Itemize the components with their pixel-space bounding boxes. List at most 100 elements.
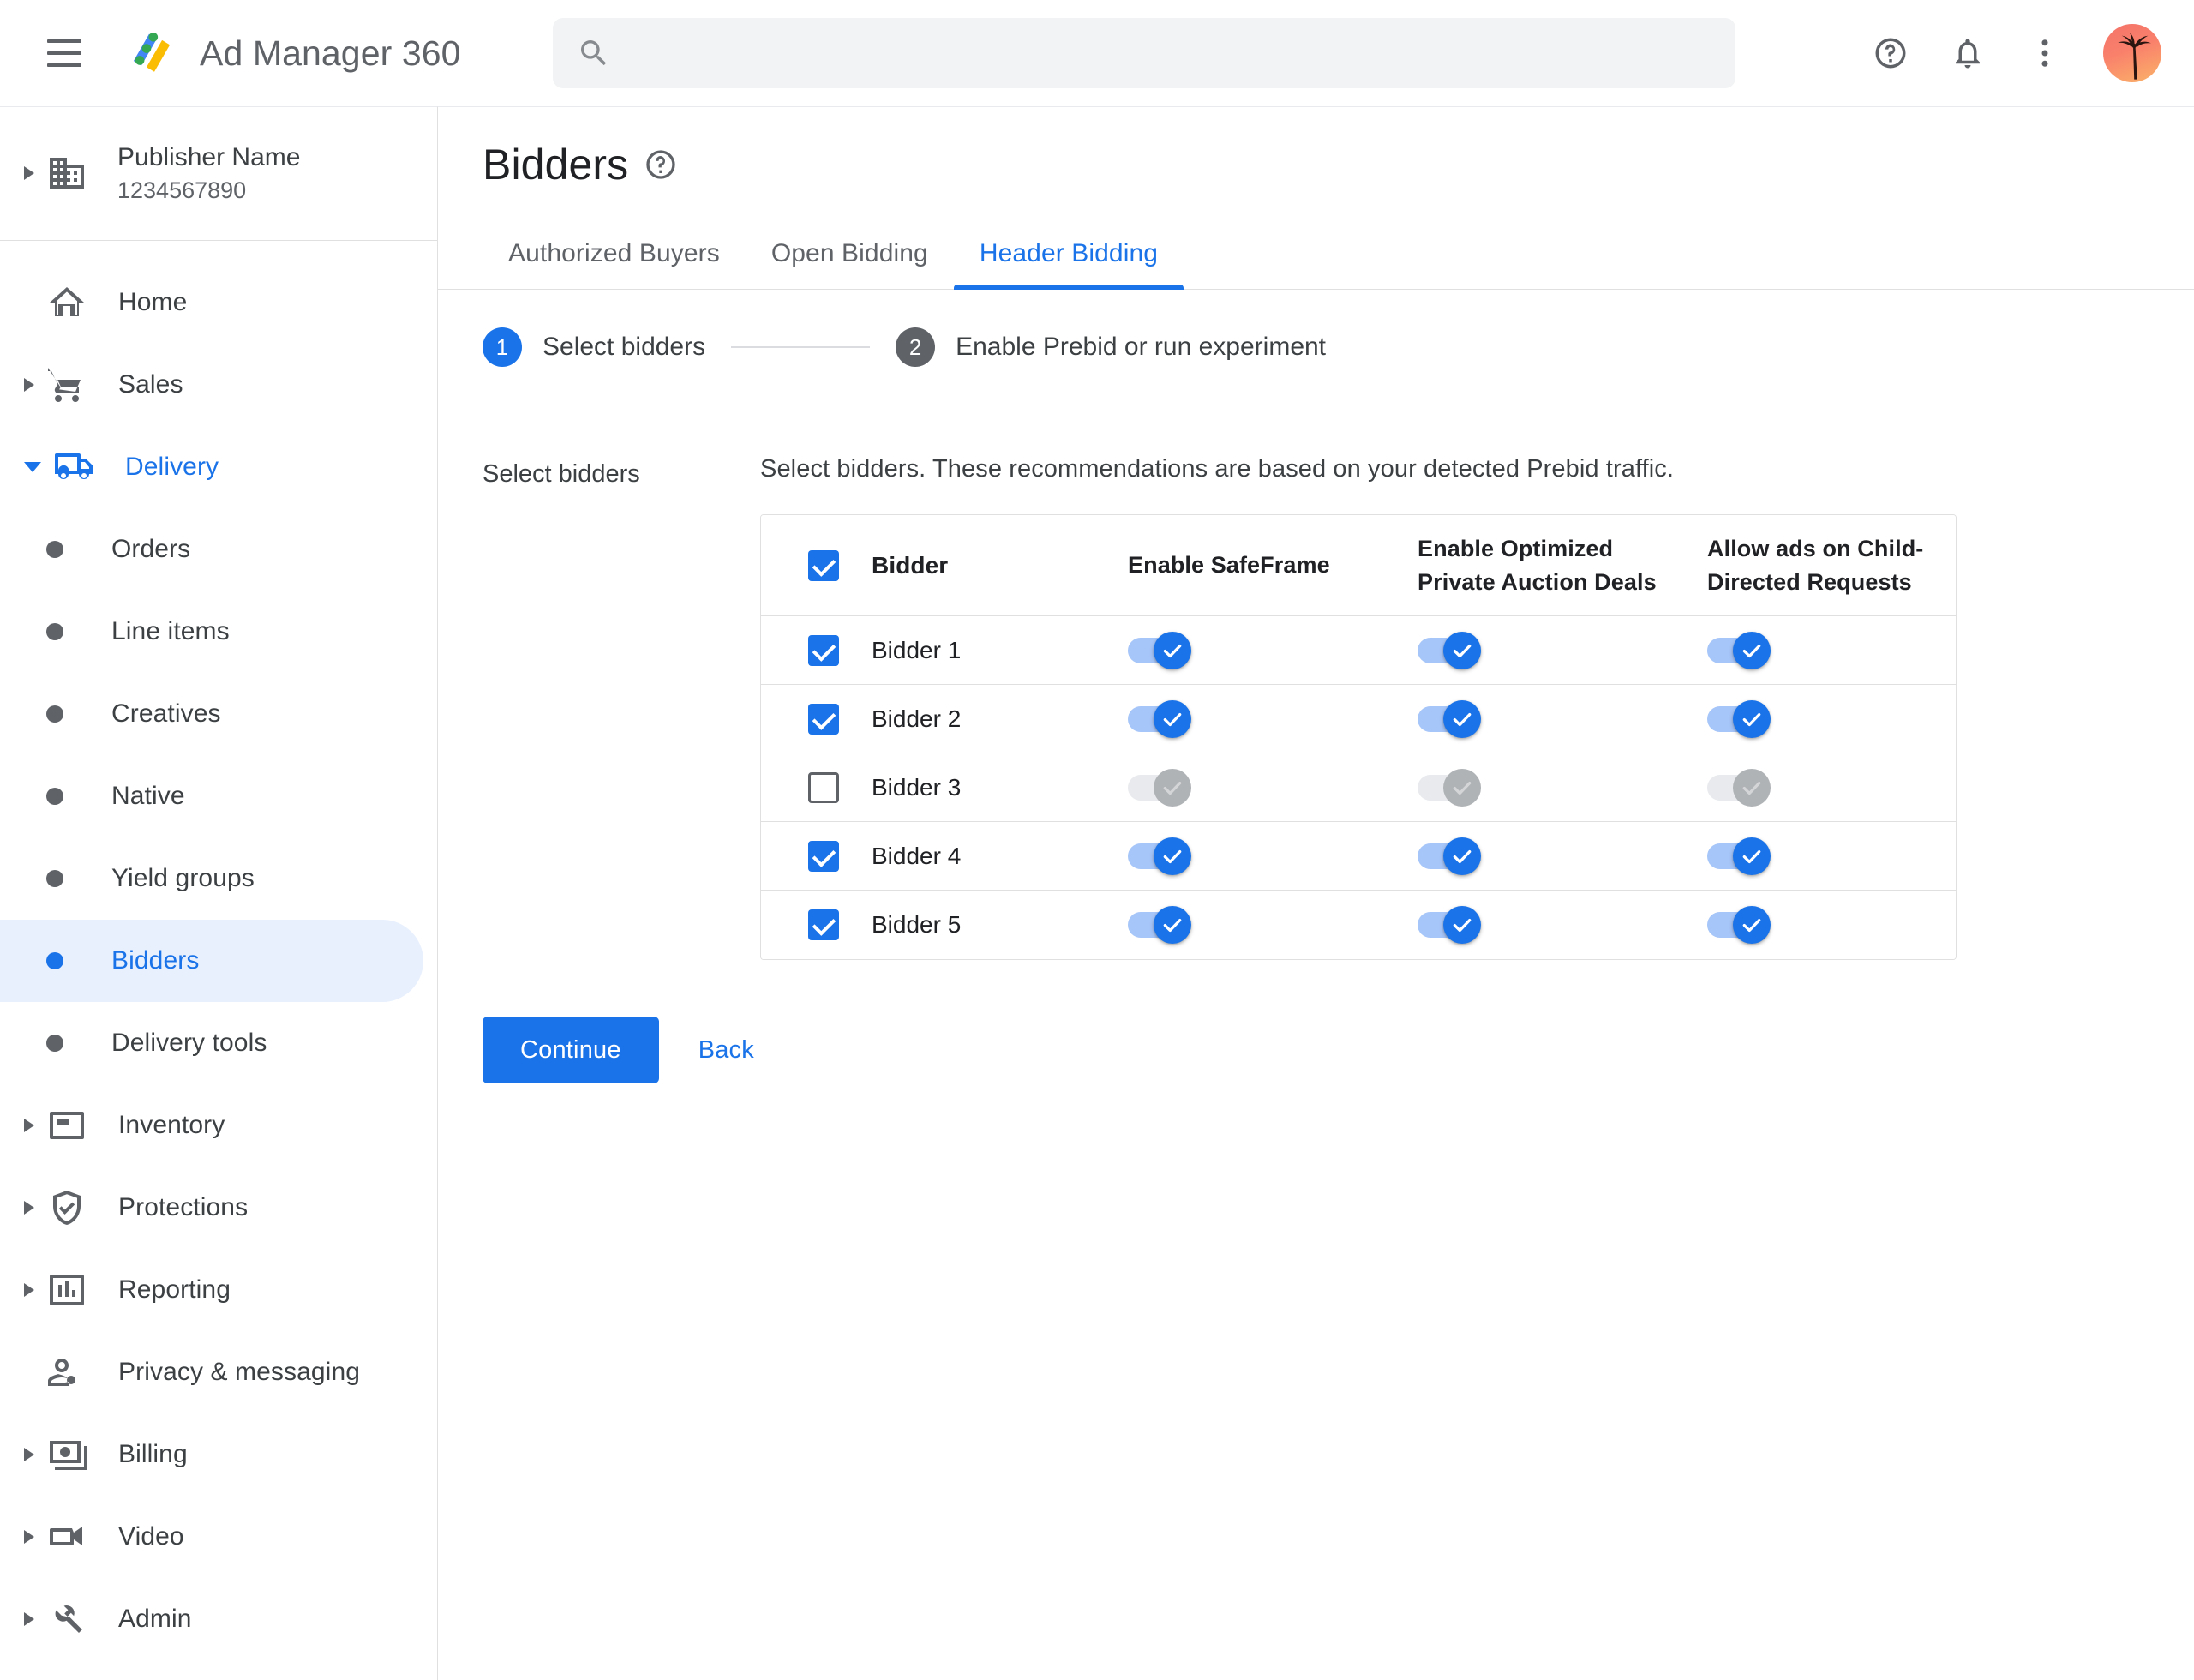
chevron-right-icon (24, 1282, 34, 1297)
sidebar-item-yield-groups[interactable]: Yield groups (0, 837, 423, 920)
sidebar-item-delivery-tools[interactable]: Delivery tools (0, 1002, 423, 1084)
select-all-checkbox[interactable] (808, 549, 839, 581)
toggle-safeframe[interactable] (1128, 837, 1191, 875)
sidebar-item-home[interactable]: Home (0, 261, 423, 344)
toggle-optimized-deals[interactable] (1418, 699, 1481, 738)
back-button[interactable]: Back (673, 1017, 780, 1083)
chevron-right-icon (24, 1200, 34, 1215)
toggle-child-directed[interactable] (1707, 837, 1771, 875)
row-checkbox[interactable] (808, 703, 839, 735)
help-circle-icon[interactable] (644, 147, 678, 182)
sidebar-item-creatives[interactable]: Creatives (0, 673, 423, 755)
bullet-dot-icon (46, 540, 63, 558)
topbar-actions (1858, 21, 2161, 86)
search-input[interactable] (629, 39, 1711, 67)
palm-tree-icon (2118, 32, 2151, 80)
bar-chart-icon (50, 1274, 84, 1305)
content-area: Select bidders Select bidders. These rec… (438, 405, 2194, 960)
building-icon (50, 158, 84, 189)
column-header-optimized-deals: Enable Optimized Private Auction Deals (1418, 536, 1657, 595)
toggle-optimized-deals[interactable] (1418, 906, 1481, 944)
sidebar-item-label: Delivery tools (111, 1028, 267, 1057)
step-label: Enable Prebid or run experiment (956, 333, 1327, 361)
cart-icon (48, 367, 81, 402)
step-2[interactable]: 2 Enable Prebid or run experiment (896, 327, 1326, 367)
shield-check-icon (53, 1190, 81, 1225)
toggle-optimized-deals (1418, 768, 1481, 807)
sidebar-item-label: Billing (118, 1439, 188, 1468)
bullet-dot-icon (46, 787, 63, 805)
sidebar-item-video[interactable]: Video (0, 1496, 423, 1578)
section-label: Select bidders (483, 460, 640, 488)
row-checkbox[interactable] (808, 771, 839, 803)
table-header-row: Bidder Enable SafeFrame Enable Optimized… (761, 515, 1956, 616)
search-bar[interactable] (552, 18, 1735, 88)
chevron-right-icon (24, 1118, 34, 1132)
continue-button[interactable]: Continue (483, 1017, 659, 1083)
stepper: 1 Select bidders 2 Enable Prebid or run … (438, 290, 2194, 405)
sidebar-item-admin[interactable]: Admin (0, 1578, 423, 1660)
sidebar-item-label: Sales (118, 369, 183, 399)
toggle-safeframe[interactable] (1128, 631, 1191, 669)
step-label: Select bidders (543, 333, 706, 361)
bullet-dot-icon (46, 622, 63, 640)
toggle-safeframe[interactable] (1128, 699, 1191, 738)
help-circle-icon[interactable] (1858, 21, 1923, 86)
sidebar-item-reporting[interactable]: Reporting (0, 1249, 423, 1331)
chevron-right-icon (24, 1447, 34, 1461)
toggle-child-directed[interactable] (1707, 631, 1771, 669)
sidebar-item-label: Line items (111, 616, 230, 645)
main-content: Bidders Authorized Buyers Open Bidding H… (438, 106, 2194, 1680)
sidebar-item-orders[interactable]: Orders (0, 508, 423, 591)
sidebar-item-billing[interactable]: Billing (0, 1413, 423, 1496)
avatar[interactable] (2103, 24, 2161, 82)
bullet-dot-icon (46, 869, 63, 887)
toggle-child-directed[interactable] (1707, 906, 1771, 944)
tab-authorized-buyers[interactable]: Authorized Buyers (483, 239, 746, 289)
toggle-safeframe[interactable] (1128, 906, 1191, 944)
bell-icon[interactable] (1935, 21, 2000, 86)
sidebar-item-label: Orders (111, 534, 191, 563)
tab-header-bidding[interactable]: Header Bidding (953, 239, 1184, 290)
bidder-name: Bidder 5 (872, 911, 962, 938)
top-app-bar: Ad Manager 360 (0, 0, 2194, 106)
toggle-optimized-deals[interactable] (1418, 631, 1481, 669)
more-vertical-icon[interactable] (2012, 21, 2077, 86)
row-checkbox[interactable] (808, 634, 839, 666)
bidder-name: Bidder 1 (872, 636, 962, 663)
sidebar-item-privacy-messaging[interactable]: Privacy & messaging (0, 1331, 423, 1413)
sidebar-item-label: Creatives (111, 699, 221, 728)
chevron-right-icon (24, 1611, 34, 1626)
sidebar-item-bidders[interactable]: Bidders (0, 919, 423, 1002)
sidebar-item-line-items[interactable]: Line items (0, 591, 423, 673)
video-camera-icon (50, 1526, 82, 1545)
step-connector (731, 346, 871, 348)
toggle-safeframe (1128, 768, 1191, 807)
row-checkbox[interactable] (808, 840, 839, 872)
toggle-optimized-deals[interactable] (1418, 837, 1481, 875)
row-checkbox[interactable] (808, 909, 839, 940)
sidebar-item-label: Admin (118, 1604, 192, 1633)
publisher-name: Publisher Name (117, 143, 301, 171)
sidebar-item-protections[interactable]: Protections (0, 1167, 423, 1249)
money-icon (50, 1440, 87, 1470)
sidebar-item-sales[interactable]: Sales (0, 344, 423, 426)
table-row: Bidder 4 (761, 822, 1956, 891)
sidebar-item-native[interactable]: Native (0, 755, 423, 837)
bullet-dot-icon (46, 951, 63, 969)
wrench-icon (55, 1605, 82, 1633)
search-icon (580, 40, 606, 66)
sidebar-item-inventory[interactable]: Inventory (0, 1084, 423, 1167)
hamburger-menu-icon[interactable] (38, 27, 91, 80)
toggle-child-directed[interactable] (1707, 699, 1771, 738)
publisher-id: 1234567890 (117, 177, 247, 203)
publisher-selector[interactable]: Publisher Name 1234567890 (0, 107, 437, 241)
brand[interactable]: Ad Manager 360 (127, 28, 461, 78)
sidebar: Publisher Name 1234567890 Home Sales Del… (0, 106, 438, 1680)
sidebar-item-label: Delivery (125, 452, 219, 481)
step-1[interactable]: 1 Select bidders (483, 327, 705, 367)
bidder-name: Bidder 3 (872, 773, 962, 801)
sidebar-item-delivery[interactable]: Delivery (0, 426, 423, 508)
sidebar-item-label: Privacy & messaging (118, 1357, 361, 1386)
tab-open-bidding[interactable]: Open Bidding (746, 239, 954, 289)
